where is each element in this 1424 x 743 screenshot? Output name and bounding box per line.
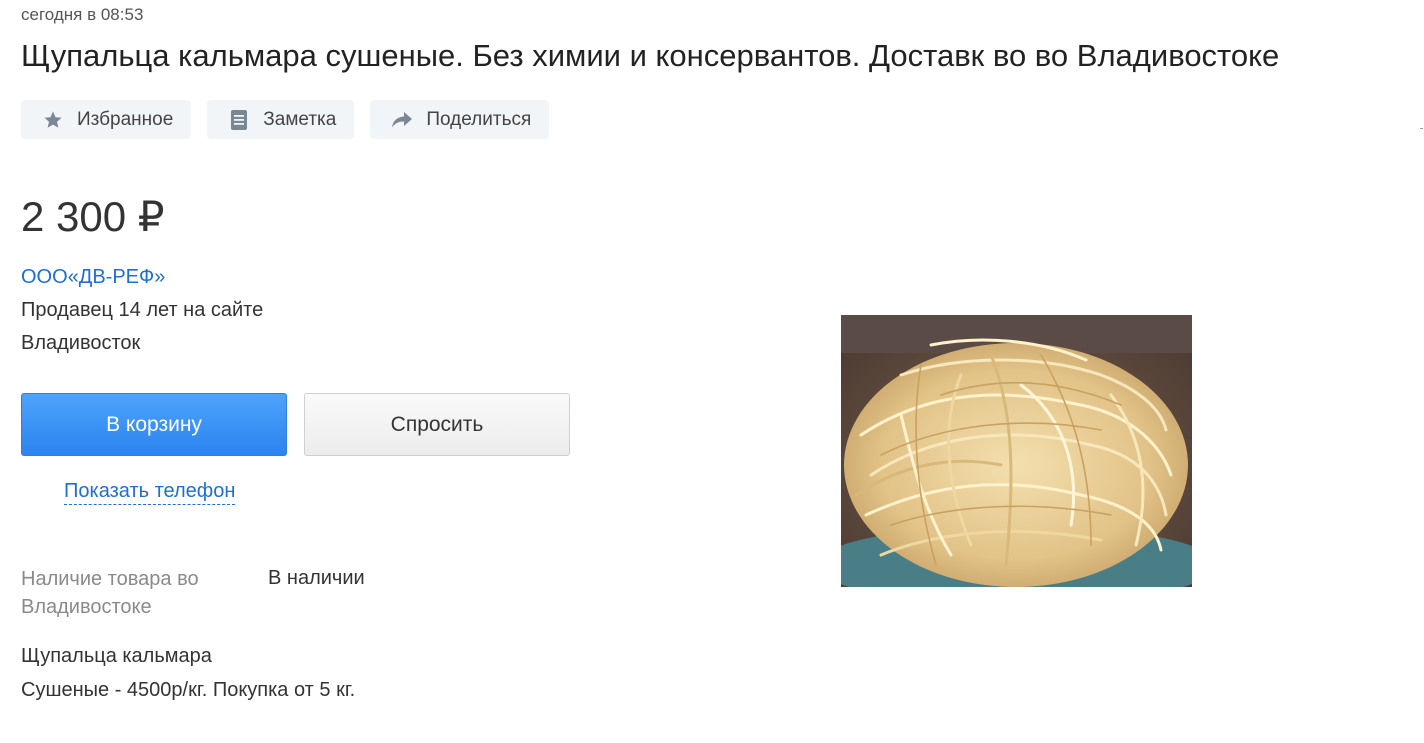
seller-age: Продавец 14 лет на сайте [21, 299, 264, 321]
show-phone-link[interactable]: Показать телефон [64, 478, 236, 505]
note-icon [227, 109, 251, 130]
note-button[interactable]: Заметка [207, 100, 355, 139]
ask-seller-button[interactable]: Спросить [304, 393, 570, 456]
seller-city: Владивосток [21, 332, 141, 354]
share-label: Поделиться [426, 108, 532, 130]
page-title: Щупальца кальмара сушеные. Без химии и к… [21, 38, 1280, 73]
share-button[interactable]: Поделиться [370, 100, 550, 139]
item-description: Щупальца кальмара Сушеные - 4500р/кг. По… [21, 639, 355, 707]
favorite-label: Избранное [77, 108, 174, 130]
listing-timestamp: сегодня в 08:53 [21, 5, 144, 24]
product-photo[interactable] [841, 315, 1192, 587]
listing-page: сегодня в 08:53 Щупальца кальмара сушены… [0, 0, 1424, 743]
seller-name-link[interactable]: ООО«ДВ-РЕФ» [21, 264, 165, 290]
listing-actions: Избранное Заметка Поделиться [21, 100, 550, 139]
availability-label: Наличие товара во Владивостоке [21, 568, 199, 618]
description-line-2: Сушеные - 4500р/кг. Покупка от 5 кг. [21, 679, 356, 701]
favorite-button[interactable]: Избранное [21, 100, 192, 139]
add-to-cart-button[interactable]: В корзину [21, 393, 287, 456]
scroll-indicator [1420, 128, 1423, 129]
share-arrow-icon [390, 110, 414, 130]
star-icon [41, 110, 65, 130]
price: 2 300 ₽ [21, 193, 165, 240]
note-label: Заметка [263, 108, 337, 130]
availability-value: В наличии [268, 567, 365, 589]
description-line-1: Щупальца кальмара [21, 645, 212, 667]
